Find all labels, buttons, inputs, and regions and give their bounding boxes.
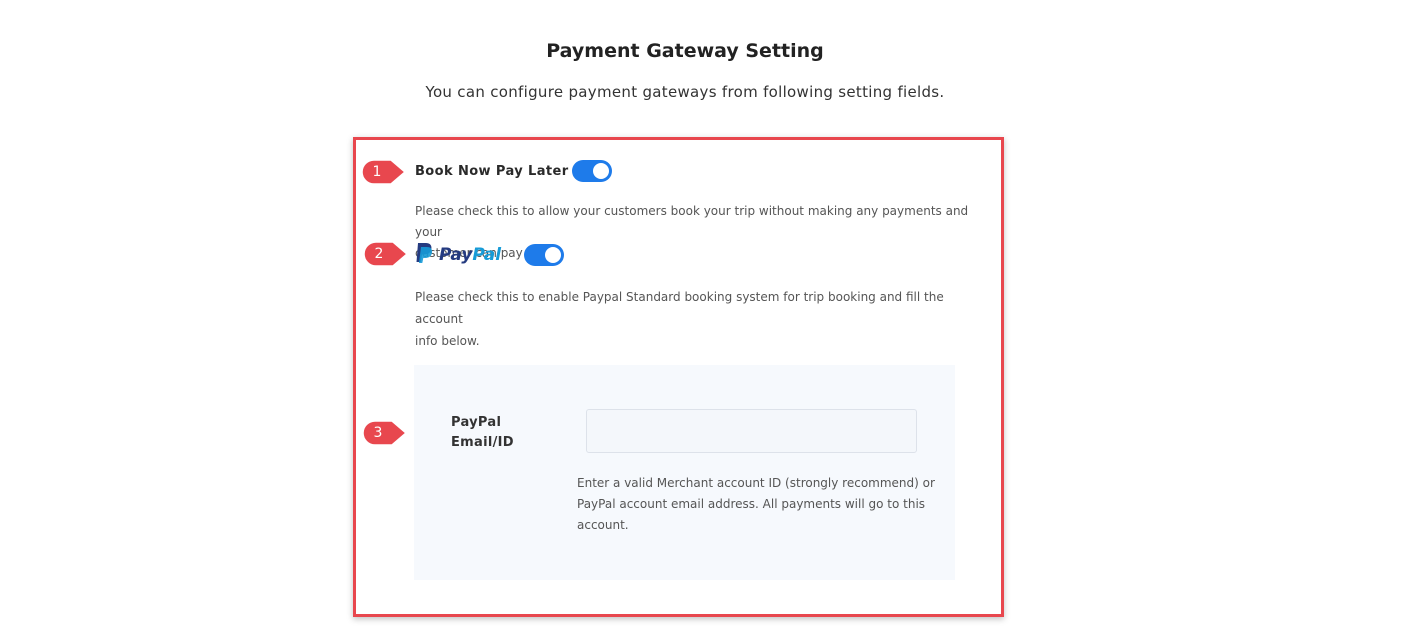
page-title: Payment Gateway Setting [546,40,824,62]
help-line: Please check this to enable Paypal Stand… [415,290,944,326]
label-line: PayPal [451,415,502,430]
page-subtitle: You can configure payment gateways from … [425,83,945,101]
label-line: Email/ID [451,435,514,450]
help-line: PayPal account email address. All paymen… [577,497,926,511]
page: Payment Gateway Setting You can configur… [0,0,1425,640]
marker-number: 1 [372,164,382,180]
annotation-marker-1: 1 [361,159,407,185]
paypal-toggle[interactable] [524,244,564,266]
paypal-p-icon [415,242,433,268]
help-line: info below. [415,334,480,348]
toggle-knob [593,163,609,179]
paypal-email-label: PayPal Email/ID [451,413,541,453]
help-line: Please check this to allow your customer… [415,204,969,239]
paypal-logo: PayPal [415,243,501,267]
paypal-wordmark-pay: Pay [439,245,473,265]
annotation-marker-2: 2 [363,241,409,267]
help-line: Enter a valid Merchant account ID (stron… [577,476,935,490]
paypal-email-help: Enter a valid Merchant account ID (stron… [577,473,937,536]
marker-number: 3 [373,425,383,441]
toggle-knob [545,247,561,263]
paypal-wordmark: PayPal [439,245,501,265]
paypal-email-input[interactable] [586,409,917,453]
paypal-help: Please check this to enable Paypal Stand… [415,286,975,352]
help-line: account. [577,518,629,532]
book-now-pay-later-label: Book Now Pay Later [415,164,569,179]
annotation-marker-3: 3 [362,420,408,446]
book-now-pay-later-toggle[interactable] [572,160,612,182]
marker-number: 2 [374,246,384,262]
paypal-wordmark-pal: Pal [472,245,502,265]
